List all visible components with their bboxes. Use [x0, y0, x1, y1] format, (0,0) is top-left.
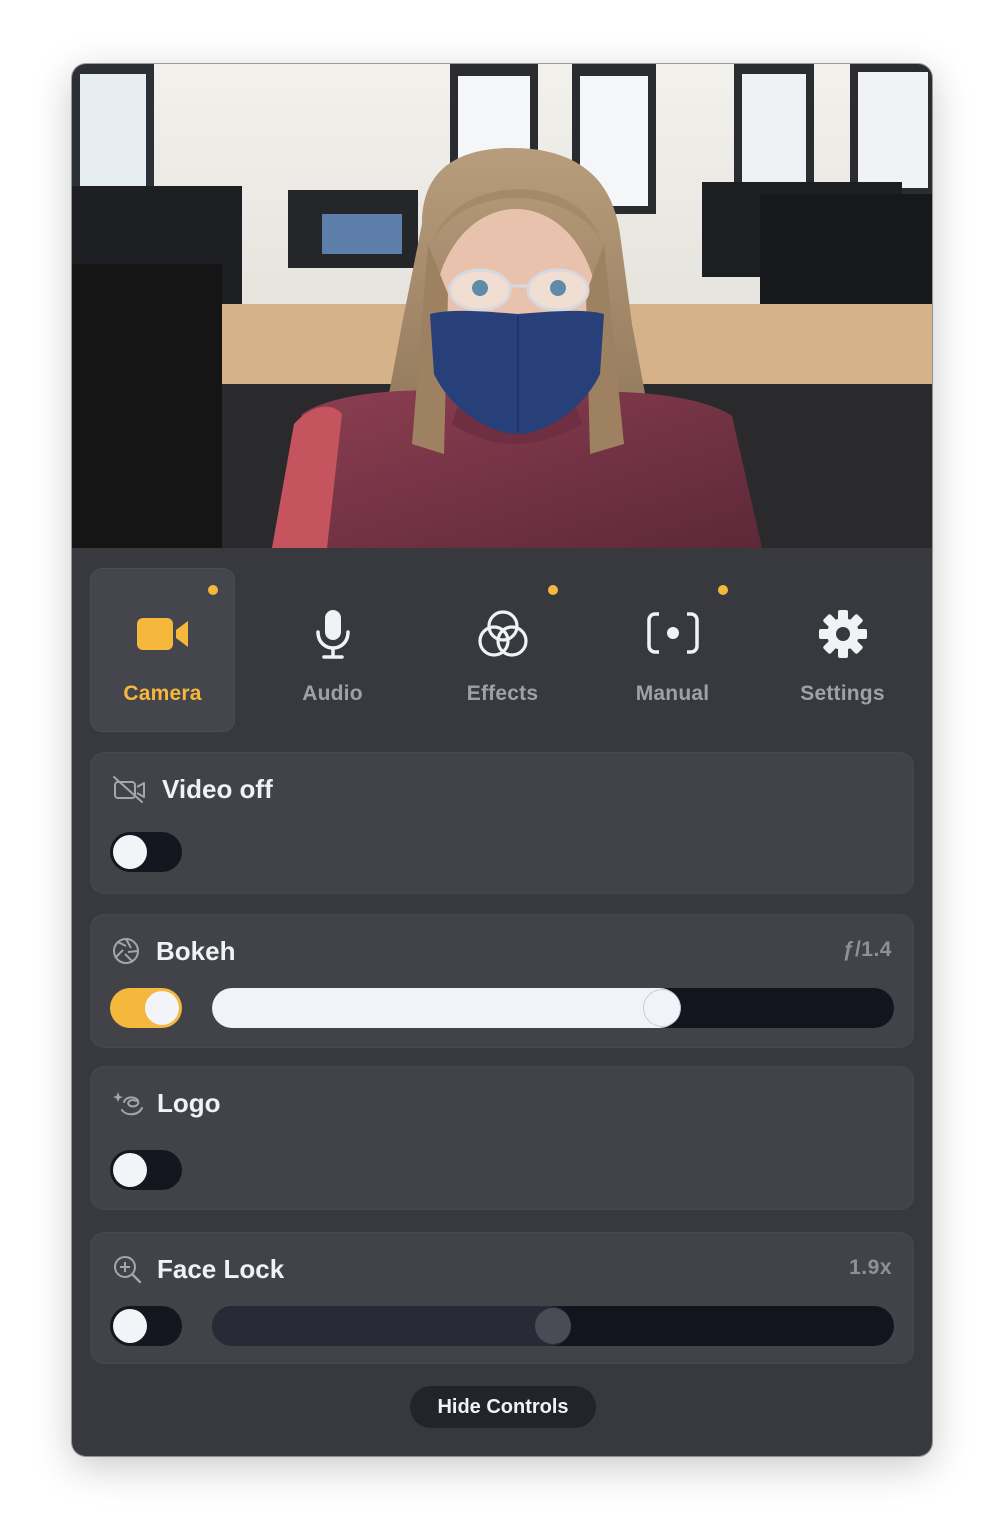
video-off-icon: [113, 776, 145, 803]
tab-settings[interactable]: Settings: [770, 568, 915, 732]
gear-icon: [818, 610, 867, 658]
toggle-knob: [113, 835, 147, 869]
tab-settings-label: Settings: [800, 682, 885, 705]
bokeh-strength-slider[interactable]: [212, 988, 894, 1028]
video-off-toggle[interactable]: [110, 832, 182, 872]
microphone-icon: [315, 610, 350, 659]
camera-controls-window: Camera Audio Effects Manual Settings Vid…: [72, 64, 932, 1456]
face-lock-zoom-slider[interactable]: [212, 1306, 894, 1346]
tab-manual-indicator-dot: [718, 585, 728, 595]
tab-manual-label: Manual: [635, 682, 710, 705]
logo-toggle[interactable]: [110, 1150, 182, 1190]
video-off-card: Video off: [90, 752, 914, 894]
hide-controls-button[interactable]: Hide Controls: [410, 1386, 596, 1428]
tab-effects-indicator-dot: [548, 585, 558, 595]
color-circles-icon: [477, 610, 528, 657]
logo-title: Logo: [157, 1088, 221, 1118]
tab-camera-label: Camera: [123, 682, 202, 705]
video-off-title: Video off: [162, 774, 273, 804]
tab-audio-label: Audio: [302, 682, 363, 705]
toggle-knob: [145, 991, 179, 1025]
face-lock-title: Face Lock: [157, 1254, 285, 1284]
tab-effects[interactable]: Effects: [430, 568, 575, 732]
face-lock-card: Face Lock 1.9x: [90, 1232, 914, 1364]
toggle-knob: [113, 1153, 147, 1187]
face-lock-zoom-value: 1.9x: [849, 1256, 892, 1279]
zoom-in-icon: [114, 1256, 142, 1284]
camera-preview: [72, 64, 932, 548]
bokeh-title: Bokeh: [156, 936, 236, 966]
bokeh-card: Bokeh ƒ/1.4: [90, 914, 914, 1048]
tab-effects-label: Effects: [466, 682, 539, 705]
mode-tab-bar: Camera Audio Effects Manual Settings: [90, 568, 920, 732]
face-lock-slider-thumb[interactable]: [535, 1308, 571, 1344]
toggle-knob: [113, 1309, 147, 1343]
tab-audio[interactable]: Audio: [260, 568, 405, 732]
face-lock-slider-fill: [212, 1306, 571, 1346]
bokeh-aperture-value: ƒ/1.4: [842, 938, 892, 961]
camera-preview-image: [72, 64, 932, 548]
tab-camera[interactable]: Camera: [90, 568, 235, 732]
video-camera-icon: [136, 618, 188, 650]
bokeh-toggle[interactable]: [110, 988, 182, 1028]
logo-card: Logo: [90, 1066, 914, 1210]
bokeh-slider-thumb[interactable]: [644, 990, 680, 1026]
face-lock-toggle[interactable]: [110, 1306, 182, 1346]
aperture-icon: [113, 938, 139, 964]
tab-manual[interactable]: Manual: [600, 568, 745, 732]
logo-sparkle-icon: [113, 1092, 143, 1116]
tab-camera-indicator-dot: [208, 585, 218, 595]
focus-frame-icon: [646, 610, 699, 656]
bokeh-slider-fill: [212, 988, 680, 1028]
